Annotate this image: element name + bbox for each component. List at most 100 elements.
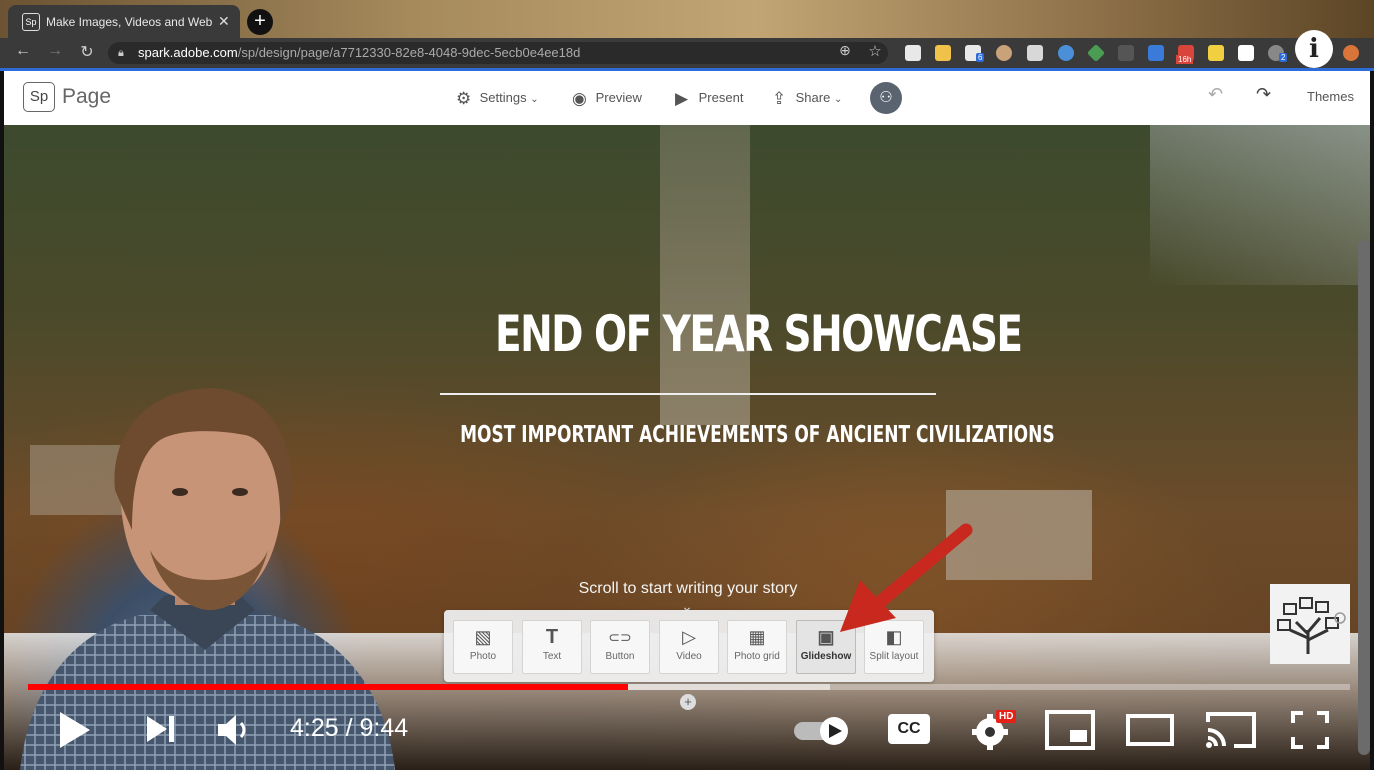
hero-mist xyxy=(1150,125,1370,285)
extension-badge: 6 xyxy=(976,53,985,62)
extension-icon[interactable] xyxy=(1148,45,1164,61)
video-icon: ▷ xyxy=(682,627,696,647)
captions-button[interactable]: CC xyxy=(888,714,930,744)
play-icon: ▶ xyxy=(675,89,689,108)
insert-button-button[interactable]: ⊂⊃ Button xyxy=(590,620,650,674)
insert-text-button[interactable]: T Text xyxy=(522,620,582,674)
eye-icon: ◉ xyxy=(572,89,587,108)
preview-label: Preview xyxy=(595,90,642,105)
lock-icon: 🔒︎ xyxy=(118,47,124,59)
settings-label: Settings xyxy=(479,90,527,105)
add-section-button[interactable]: + xyxy=(680,694,696,710)
insert-video-button[interactable]: ▷ Video xyxy=(659,620,719,674)
bookmark-star-icon[interactable]: ☆ xyxy=(864,42,886,60)
time-separator: / xyxy=(345,714,360,742)
extension-icon[interactable] xyxy=(1238,45,1254,61)
arrow-shaft xyxy=(861,523,973,619)
back-icon[interactable]: ← xyxy=(12,42,34,60)
next-icon xyxy=(147,716,167,742)
browser-tab[interactable]: Sp Make Images, Videos and Web ✕ xyxy=(8,5,240,38)
share-icon: ⇪ xyxy=(772,89,787,108)
extension-icon[interactable] xyxy=(905,45,921,61)
extension-icon[interactable] xyxy=(996,45,1012,61)
spark-favicon-icon: Sp xyxy=(22,13,40,31)
next-video-button[interactable] xyxy=(144,712,178,746)
theater-mode-button[interactable] xyxy=(1124,710,1176,750)
undo-icon[interactable]: ↶ xyxy=(1208,84,1223,105)
google-drive-icon[interactable] xyxy=(1086,43,1106,63)
great-wall-tower xyxy=(660,125,750,425)
new-tab-button[interactable]: + xyxy=(247,9,273,35)
extension-badge: 16h xyxy=(1176,55,1194,64)
present-button[interactable]: ▶ Present xyxy=(675,89,743,109)
title-divider xyxy=(440,393,936,395)
app-name: Page xyxy=(62,85,112,108)
hd-badge: HD xyxy=(996,710,1017,723)
insert-item-label: Text xyxy=(542,651,562,662)
button-icon: ⊂⊃ xyxy=(608,629,632,645)
redo-icon[interactable]: ↷ xyxy=(1256,84,1271,105)
page-scrollbar[interactable] xyxy=(1358,240,1370,755)
insert-item-label: Glideshow xyxy=(800,651,852,662)
chevron-down-icon: ⌄ xyxy=(530,94,539,105)
page-subtitle[interactable]: MOST IMPORTANT ACHIEVEMENTS OF ANCIENT C… xyxy=(460,422,1055,448)
insert-photo-button[interactable]: ▧ Photo xyxy=(453,620,513,674)
url-field[interactable]: 🔒︎ spark.adobe.com/sp/design/page/a77123… xyxy=(108,42,888,64)
scroll-hint: Scroll to start writing your story xyxy=(578,580,798,597)
insert-item-label: Split layout xyxy=(869,651,919,662)
extension-icon[interactable] xyxy=(1058,45,1074,61)
insert-item-label: Button xyxy=(605,651,635,662)
spark-logo: Sp xyxy=(23,82,55,112)
present-label: Present xyxy=(698,90,744,105)
extension-icon[interactable] xyxy=(1208,45,1224,61)
photo-grid-icon: ▦ xyxy=(748,627,766,647)
share-label: Share xyxy=(795,90,831,105)
played-bar xyxy=(28,684,629,690)
url-host: spark.adobe.com xyxy=(138,45,238,60)
text-icon: T xyxy=(545,626,559,648)
reload-icon[interactable]: ↻ xyxy=(76,42,98,62)
mute-button[interactable] xyxy=(214,710,254,750)
extension-icon[interactable] xyxy=(1027,45,1043,61)
extension-icon[interactable] xyxy=(1118,45,1134,61)
share-button[interactable]: ⇪ Share ⌄ xyxy=(772,89,842,109)
photo-icon: ▧ xyxy=(474,627,492,647)
forward-icon[interactable]: → xyxy=(44,42,66,60)
extension-icon[interactable] xyxy=(935,45,951,61)
video-progress-bar[interactable] xyxy=(28,684,1350,690)
time-display: 4:25 / 9:44 xyxy=(290,714,408,743)
theater-icon xyxy=(1126,714,1174,746)
fullscreen-icon xyxy=(1291,711,1329,749)
chevron-down-icon: ⌄ xyxy=(833,94,843,105)
volume-icon xyxy=(218,715,236,745)
themes-button[interactable]: Themes xyxy=(1307,89,1354,104)
tab-title: Make Images, Videos and Web xyxy=(46,15,213,29)
channel-watermark[interactable] xyxy=(1270,584,1350,664)
zoom-icon[interactable]: ⊕ xyxy=(834,42,856,59)
current-time: 4:25 xyxy=(290,714,339,742)
gear-icon: ⚙ xyxy=(456,89,472,108)
preview-button[interactable]: ◉ Preview xyxy=(572,89,642,109)
invite-collaborator-button[interactable]: ⚇ xyxy=(870,82,902,114)
url-path: /sp/design/page/a7712330-82e8-4048-9dec-… xyxy=(237,45,581,60)
insert-item-label: Photo grid xyxy=(734,651,780,662)
insert-item-label: Video xyxy=(676,651,702,662)
extension-badge: 2 xyxy=(1279,53,1288,62)
cast-button[interactable] xyxy=(1204,708,1258,752)
tree-logo-icon xyxy=(1277,597,1346,654)
address-bar-row: ← → ↻ 🔒︎ spark.adobe.com/sp/design/page/… xyxy=(0,30,1374,68)
close-tab-icon[interactable]: ✕ xyxy=(218,13,230,30)
miniplayer-button[interactable] xyxy=(1044,708,1096,752)
fullscreen-button[interactable] xyxy=(1290,710,1330,750)
info-overlay-button[interactable]: i xyxy=(1295,30,1333,68)
play-button[interactable] xyxy=(56,708,94,752)
red-arrow-annotation xyxy=(840,523,973,632)
settings-button[interactable]: ⚙ Settings ⌄ xyxy=(456,89,539,109)
insert-photo-grid-button[interactable]: ▦ Photo grid xyxy=(727,620,787,674)
profile-avatar[interactable] xyxy=(1343,45,1359,61)
page-title[interactable]: END OF YEAR SHOWCASE xyxy=(495,305,1023,363)
autoplay-toggle[interactable] xyxy=(792,714,854,748)
duration: 9:44 xyxy=(359,714,409,742)
play-icon xyxy=(60,712,90,748)
spark-toolbar: Sp Page ⚙ Settings ⌄ ◉ Preview ▶ Present… xyxy=(4,71,1370,126)
